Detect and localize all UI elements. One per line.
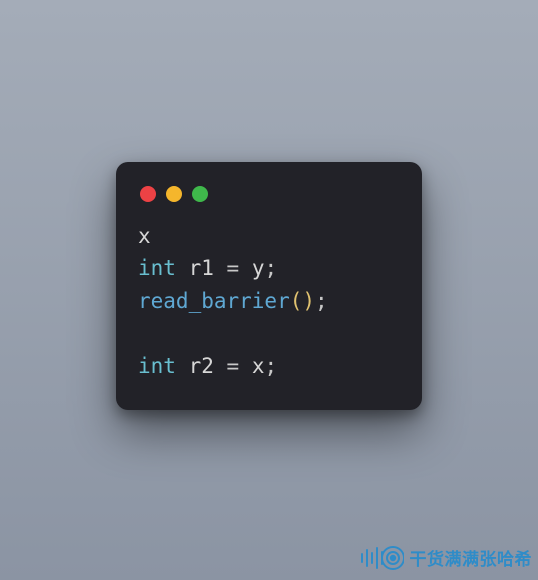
code-token: = bbox=[214, 354, 252, 378]
code-token: x bbox=[252, 354, 265, 378]
code-token: r2 bbox=[189, 354, 214, 378]
watermark: 干货满满张哈希 bbox=[360, 540, 533, 574]
code-token: ; bbox=[315, 289, 328, 313]
code-token: ( bbox=[290, 289, 303, 313]
code-block: xint r1 = y;read_barrier(); int r2 = x; bbox=[138, 220, 400, 383]
code-token: ; bbox=[264, 256, 277, 280]
code-line: int r2 = x; bbox=[138, 350, 400, 383]
code-token: x bbox=[138, 224, 151, 248]
code-token bbox=[176, 354, 189, 378]
zoom-icon[interactable] bbox=[192, 186, 208, 202]
code-line: x bbox=[138, 220, 400, 253]
close-icon[interactable] bbox=[140, 186, 156, 202]
code-token: int bbox=[138, 354, 176, 378]
sound-wave-icon bbox=[360, 540, 404, 574]
code-line bbox=[138, 317, 400, 350]
code-token: y bbox=[252, 256, 265, 280]
code-token: r1 bbox=[189, 256, 214, 280]
code-line: int r1 = y; bbox=[138, 252, 400, 285]
watermark-text: 干货满满张哈希 bbox=[410, 545, 533, 570]
code-token: = bbox=[214, 256, 252, 280]
code-token: ; bbox=[264, 354, 277, 378]
minimize-icon[interactable] bbox=[166, 186, 182, 202]
window-titlebar bbox=[138, 182, 400, 220]
code-token: read_barrier bbox=[138, 289, 290, 313]
code-token: int bbox=[138, 256, 176, 280]
code-token bbox=[176, 256, 189, 280]
code-line: read_barrier(); bbox=[138, 285, 400, 318]
code-token: ) bbox=[302, 289, 315, 313]
code-window: xint r1 = y;read_barrier(); int r2 = x; bbox=[116, 162, 422, 411]
